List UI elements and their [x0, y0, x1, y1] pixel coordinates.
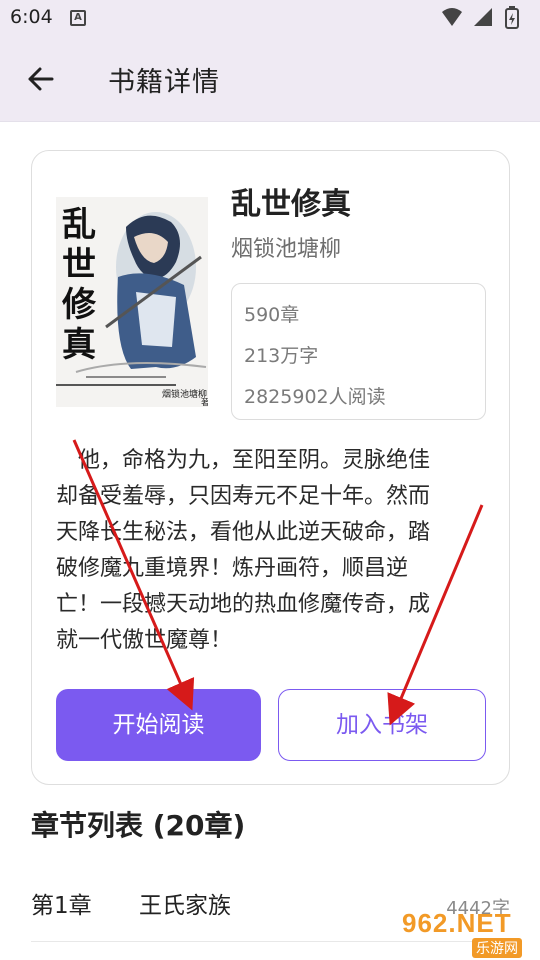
description-line: 他，命格为九，至阳至阴。灵脉绝佳 — [78, 448, 431, 473]
notification-a-icon: A — [70, 10, 86, 26]
book-author: 烟锁池塘柳 — [231, 237, 342, 262]
description-line: 却备受羞辱，只因寿元不足十年。然而 — [56, 484, 431, 509]
cover-by: 著 — [201, 398, 208, 407]
description-line: 破修魔九重境界！炼丹画符，顺昌逆 — [56, 556, 409, 581]
description-line: 就一代傲世魔尊！ — [56, 628, 233, 653]
start-reading-button[interactable]: 开始阅读 — [56, 689, 261, 761]
arrow-left-icon — [28, 67, 54, 91]
description-line: 亡！一段撼天动地的热血修魔传奇，成 — [56, 592, 431, 617]
stat-chapters: 590章 — [244, 304, 300, 326]
watermark-logo: 962.NET — [402, 908, 512, 938]
add-to-shelf-button[interactable]: 加入书架 — [278, 689, 486, 761]
book-stats: 590章 213万字 2825902人阅读 — [231, 283, 486, 420]
app-bar: 书籍详情 — [0, 36, 540, 122]
chapter-number: 第1章 — [31, 893, 92, 919]
status-time: 6:04 — [10, 6, 53, 28]
status-icons — [440, 6, 530, 30]
book-cover[interactable]: 乱 世 修 真 烟锁池塘柳 著 — [56, 197, 208, 407]
description-line: 天降长生秘法，看他从此逆天破命，踏 — [56, 520, 431, 545]
book-title: 乱世修真 — [231, 187, 351, 222]
battery-icon — [505, 6, 519, 29]
chapter-list-heading: 章节列表 (20章) — [31, 809, 246, 842]
stat-readers: 2825902人阅读 — [244, 386, 386, 408]
chapter-name: 王氏家族 — [139, 893, 231, 919]
site-watermark: 962.NET 乐游网 — [400, 908, 536, 958]
book-description: 他，命格为九，至阳至阴。灵脉绝佳 却备受羞辱，只因寿元不足十年。然而 天降长生秘… — [56, 443, 476, 659]
cover-title: 乱 世 修 真 — [62, 205, 96, 365]
wifi-icon — [442, 8, 462, 26]
page-title: 书籍详情 — [108, 67, 220, 98]
stat-words: 213万字 — [244, 345, 319, 367]
watermark-text: 乐游网 — [472, 938, 522, 958]
signal-icon — [474, 8, 492, 26]
book-card: 乱 世 修 真 烟锁池塘柳 著 乱世修真 烟锁池塘柳 590章 213万字 28… — [31, 150, 510, 785]
status-bar: 6:04 A — [0, 0, 540, 36]
back-button[interactable] — [20, 58, 62, 100]
